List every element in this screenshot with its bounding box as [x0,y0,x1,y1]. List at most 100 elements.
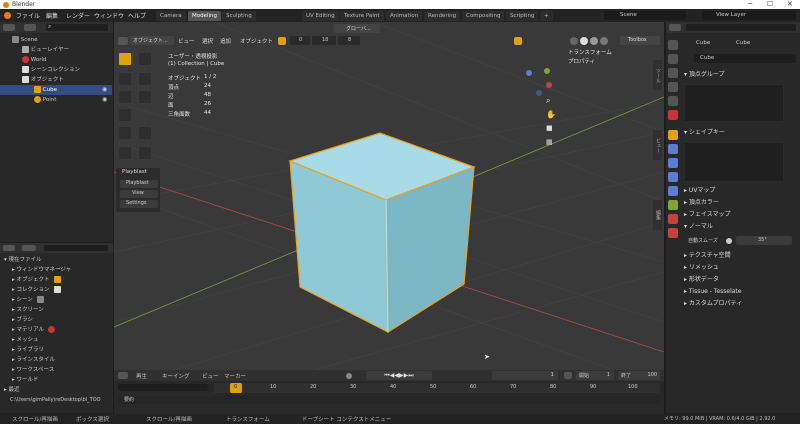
data-row-current-file[interactable]: ▾ 現在ファイル [0,255,112,265]
section-remesh[interactable]: ▸ リメッシュ [684,263,788,273]
outliner-row-scene[interactable]: Scene [0,35,112,45]
toolbox-button[interactable]: Toolbox [620,36,660,45]
render-tab-icon[interactable] [668,54,678,64]
settings-button[interactable]: Settings [120,200,158,208]
section-tissue-tesselate[interactable]: ▸ Tissue - Tesselate [684,287,788,297]
n-panel-properties[interactable]: プロパティ [568,57,595,65]
filter-icon[interactable] [24,24,36,31]
scene-tab-icon[interactable] [668,96,678,106]
menu-edit[interactable]: 編集 [46,11,58,20]
shading-solid-icon[interactable] [580,37,588,45]
keying-menu[interactable]: キーイング [162,372,190,380]
section-texture-space[interactable]: ▸ テクスチャ空間 [684,251,788,261]
data-row-objects[interactable]: ▸ オブジェクト [0,275,112,285]
annotate-tool[interactable] [118,108,132,122]
shape-keys-list[interactable] [684,142,784,182]
outliner-search-input[interactable]: ⌕ [46,23,108,31]
menu-window[interactable]: ウィンドウ [94,11,124,20]
sidebar-tab-a[interactable]: ツール [653,60,662,90]
view-menu-timeline[interactable]: ビュー [202,372,219,380]
current-frame-field[interactable]: 1 [492,371,558,380]
data-row-worlds[interactable]: ▸ ワールド [0,375,112,385]
extra-tool-b[interactable] [138,146,152,160]
move-tool[interactable] [118,72,132,86]
preview-range-icon[interactable] [564,372,572,379]
outliner-row-scene-collection[interactable]: シーンコレクション [0,65,112,75]
pivot-icon[interactable] [278,37,286,45]
tab-modeling[interactable]: Modeling [188,11,222,21]
select-menu[interactable]: 選択 [202,37,213,45]
end-frame-field[interactable]: 終了 100 [618,371,660,380]
tab-animation[interactable]: Animation [386,11,423,21]
modifier-tab-icon[interactable] [668,144,678,154]
constraints-tab-icon[interactable] [668,186,678,196]
tab-camera[interactable]: Camera [156,11,186,21]
visibility-eye-icon[interactable]: ◉ [102,95,107,105]
tool-tab-icon[interactable] [668,40,678,50]
material-tab-icon[interactable] [668,214,678,224]
camera-view-icon[interactable]: ■ [546,124,553,132]
properties-editor-icon[interactable] [669,24,681,31]
view-menu[interactable]: ビュー [178,37,195,45]
vertex-groups-list[interactable] [684,84,784,122]
outliner-row-world[interactable]: World [0,55,112,65]
section-vertex-colors[interactable]: ▸ 頂点カラー [684,198,788,208]
tab-texture-paint[interactable]: Texture Paint [340,11,384,21]
zoom-icon[interactable]: ⌕ [546,96,550,106]
data-row-collections[interactable]: ▸ コレクション [0,285,112,295]
particles-tab-icon[interactable] [668,158,678,168]
playblast-button[interactable]: Playblast [120,180,158,188]
cube-mesh[interactable] [288,132,476,334]
add-cube-tool[interactable] [138,126,152,140]
menu-file[interactable]: ファイル [16,11,40,20]
transform-tool[interactable] [138,90,152,104]
mesh-data-tab-icon[interactable] [668,200,678,210]
maximize-button[interactable]: ☐ [767,0,773,9]
transform-orientation-dropdown[interactable]: グローバ... [334,24,380,33]
data-row-brushes[interactable]: ▸ ブラシ [0,315,112,325]
section-geometry-data[interactable]: ▸ 形状データ [684,275,788,285]
pan-hand-icon[interactable]: ✋ [546,110,556,119]
section-custom-properties[interactable]: ▸ カスタムプロパティ [684,299,788,309]
shading-material-icon[interactable] [590,37,598,45]
start-frame-field[interactable]: 開始 1 [576,371,614,380]
data-row-scenes[interactable]: ▸ シーン [0,295,112,305]
tab-compositing[interactable]: Compositing [462,11,505,21]
autosmooth-angle-field[interactable]: 35° [736,236,792,245]
physics-tab-icon[interactable] [668,172,678,182]
output-tab-icon[interactable] [668,68,678,78]
mode-dropdown[interactable]: オブジェクト... [130,36,174,45]
timeline-ruler[interactable]: 0 10 20 30 40 50 60 70 80 90 100 [214,383,660,393]
n-panel-transform[interactable]: トランスフォーム [568,48,612,56]
playback-menu[interactable]: 再生 [136,372,147,380]
data-row-linestyles[interactable]: ▸ ラインスタイル [0,355,112,365]
editor-type-icon[interactable] [118,37,128,45]
properties-search-input[interactable] [686,24,796,31]
data-row-window-manager[interactable]: ▸ ウィンドウマネージャ [0,265,112,275]
display-mode-icon[interactable] [22,245,36,251]
minimize-button[interactable]: ─ [748,0,752,9]
object-menu[interactable]: オブジェクト [240,37,273,45]
extra-tool-a[interactable] [118,146,132,160]
view-button[interactable]: View [120,190,158,198]
data-row-recent[interactable]: ▸ 最近 [0,385,112,395]
sidebar-tab-c[interactable]: 編集 [653,200,662,230]
outliner-row-cube[interactable]: Cube ◉ [0,85,112,95]
rotate-tool[interactable] [138,72,152,86]
outliner-editor-type-icon[interactable] [3,24,15,31]
cursor-tool[interactable] [138,52,152,66]
section-vertex-groups[interactable]: ▾ 頂点グループ [684,70,788,80]
tab-scripting[interactable]: Scripting [506,11,539,21]
tab-rendering[interactable]: Rendering [424,11,461,21]
select-box-tool[interactable] [118,52,132,66]
view-layer-tab-icon[interactable] [668,82,678,92]
field-one[interactable]: 0 [290,36,310,45]
menu-help[interactable]: ヘルプ [128,11,146,20]
tab-sculpting[interactable]: Sculpting [222,11,256,21]
close-button[interactable]: ✕ [787,0,793,9]
menu-render[interactable]: レンダー [66,11,90,20]
section-normals[interactable]: ▾ ノーマル [684,222,788,232]
scene-selector[interactable]: Scene [604,11,686,20]
field-three[interactable]: 8 [338,36,360,45]
data-row-meshes[interactable]: ▸ メッシュ [0,335,112,345]
